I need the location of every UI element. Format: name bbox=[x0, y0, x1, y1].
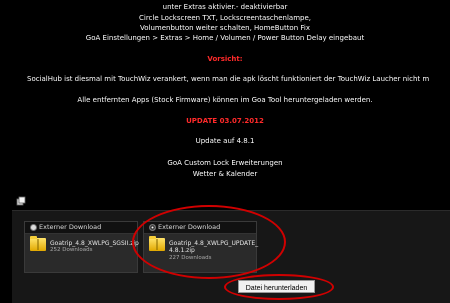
attachment-card[interactable]: Externer Download Goatrip_4.8_XWLPG_SGSI… bbox=[24, 221, 139, 273]
download-count: 227 Downloads bbox=[169, 255, 212, 261]
post-line: GoA Einstellungen > Extras > Home / Volu… bbox=[85, 34, 365, 42]
post-line: SocialHub ist diesmal mit TouchWiz veran… bbox=[27, 75, 430, 83]
post-line: Volumenbutton weiter schalten, HomeButto… bbox=[140, 24, 310, 32]
warning-heading: Vorsicht: bbox=[207, 55, 243, 63]
file-name-line: Goatrip_4.8_XWLPG_UPDATE_ bbox=[169, 240, 259, 247]
option-label: Externer Download bbox=[158, 223, 221, 231]
download-file-button[interactable]: Datei herunterladen bbox=[238, 280, 315, 293]
radio-external-download-1[interactable] bbox=[30, 224, 37, 231]
option-label: Externer Download bbox=[39, 223, 102, 231]
post-line: GoA Custom Lock Erweiterungen bbox=[167, 159, 283, 167]
folder-zip-icon bbox=[149, 236, 165, 251]
attachment-card[interactable]: Externer Download Goatrip_4.8_XWLPG_UPDA… bbox=[143, 221, 258, 273]
attachment-header: Externer Download bbox=[144, 222, 256, 234]
post-line: Alle entfernten Apps (Stock Firmware) kö… bbox=[77, 96, 373, 104]
update-heading: UPDATE 03.07.2012 bbox=[186, 117, 264, 125]
attachment-header: Externer Download bbox=[25, 222, 137, 234]
download-count: 252 Downloads bbox=[50, 247, 93, 253]
file-name[interactable]: Goatrip_4.8_XWLPG_UPDATE_ 4.8.1.zip bbox=[169, 240, 258, 254]
post-line: Circle Lockscreen TXT, Lockscreentaschen… bbox=[139, 14, 311, 22]
post-content: unter Extras aktivier.- deaktivierbar Ci… bbox=[0, 0, 450, 190]
folder-zip-icon bbox=[30, 236, 46, 251]
attachment-icon bbox=[16, 191, 26, 206]
post-line: Update auf 4.8.1 bbox=[195, 137, 255, 145]
file-name[interactable]: Goatrip_4.8_XWLPG_SGSII.zip bbox=[50, 240, 139, 247]
post-line: Wetter & Kalender bbox=[192, 170, 258, 178]
file-name-line: 4.8.1.zip bbox=[169, 247, 195, 254]
post-line: unter Extras aktivier.- deaktivierbar bbox=[162, 3, 288, 11]
radio-external-download-2[interactable] bbox=[149, 224, 156, 231]
